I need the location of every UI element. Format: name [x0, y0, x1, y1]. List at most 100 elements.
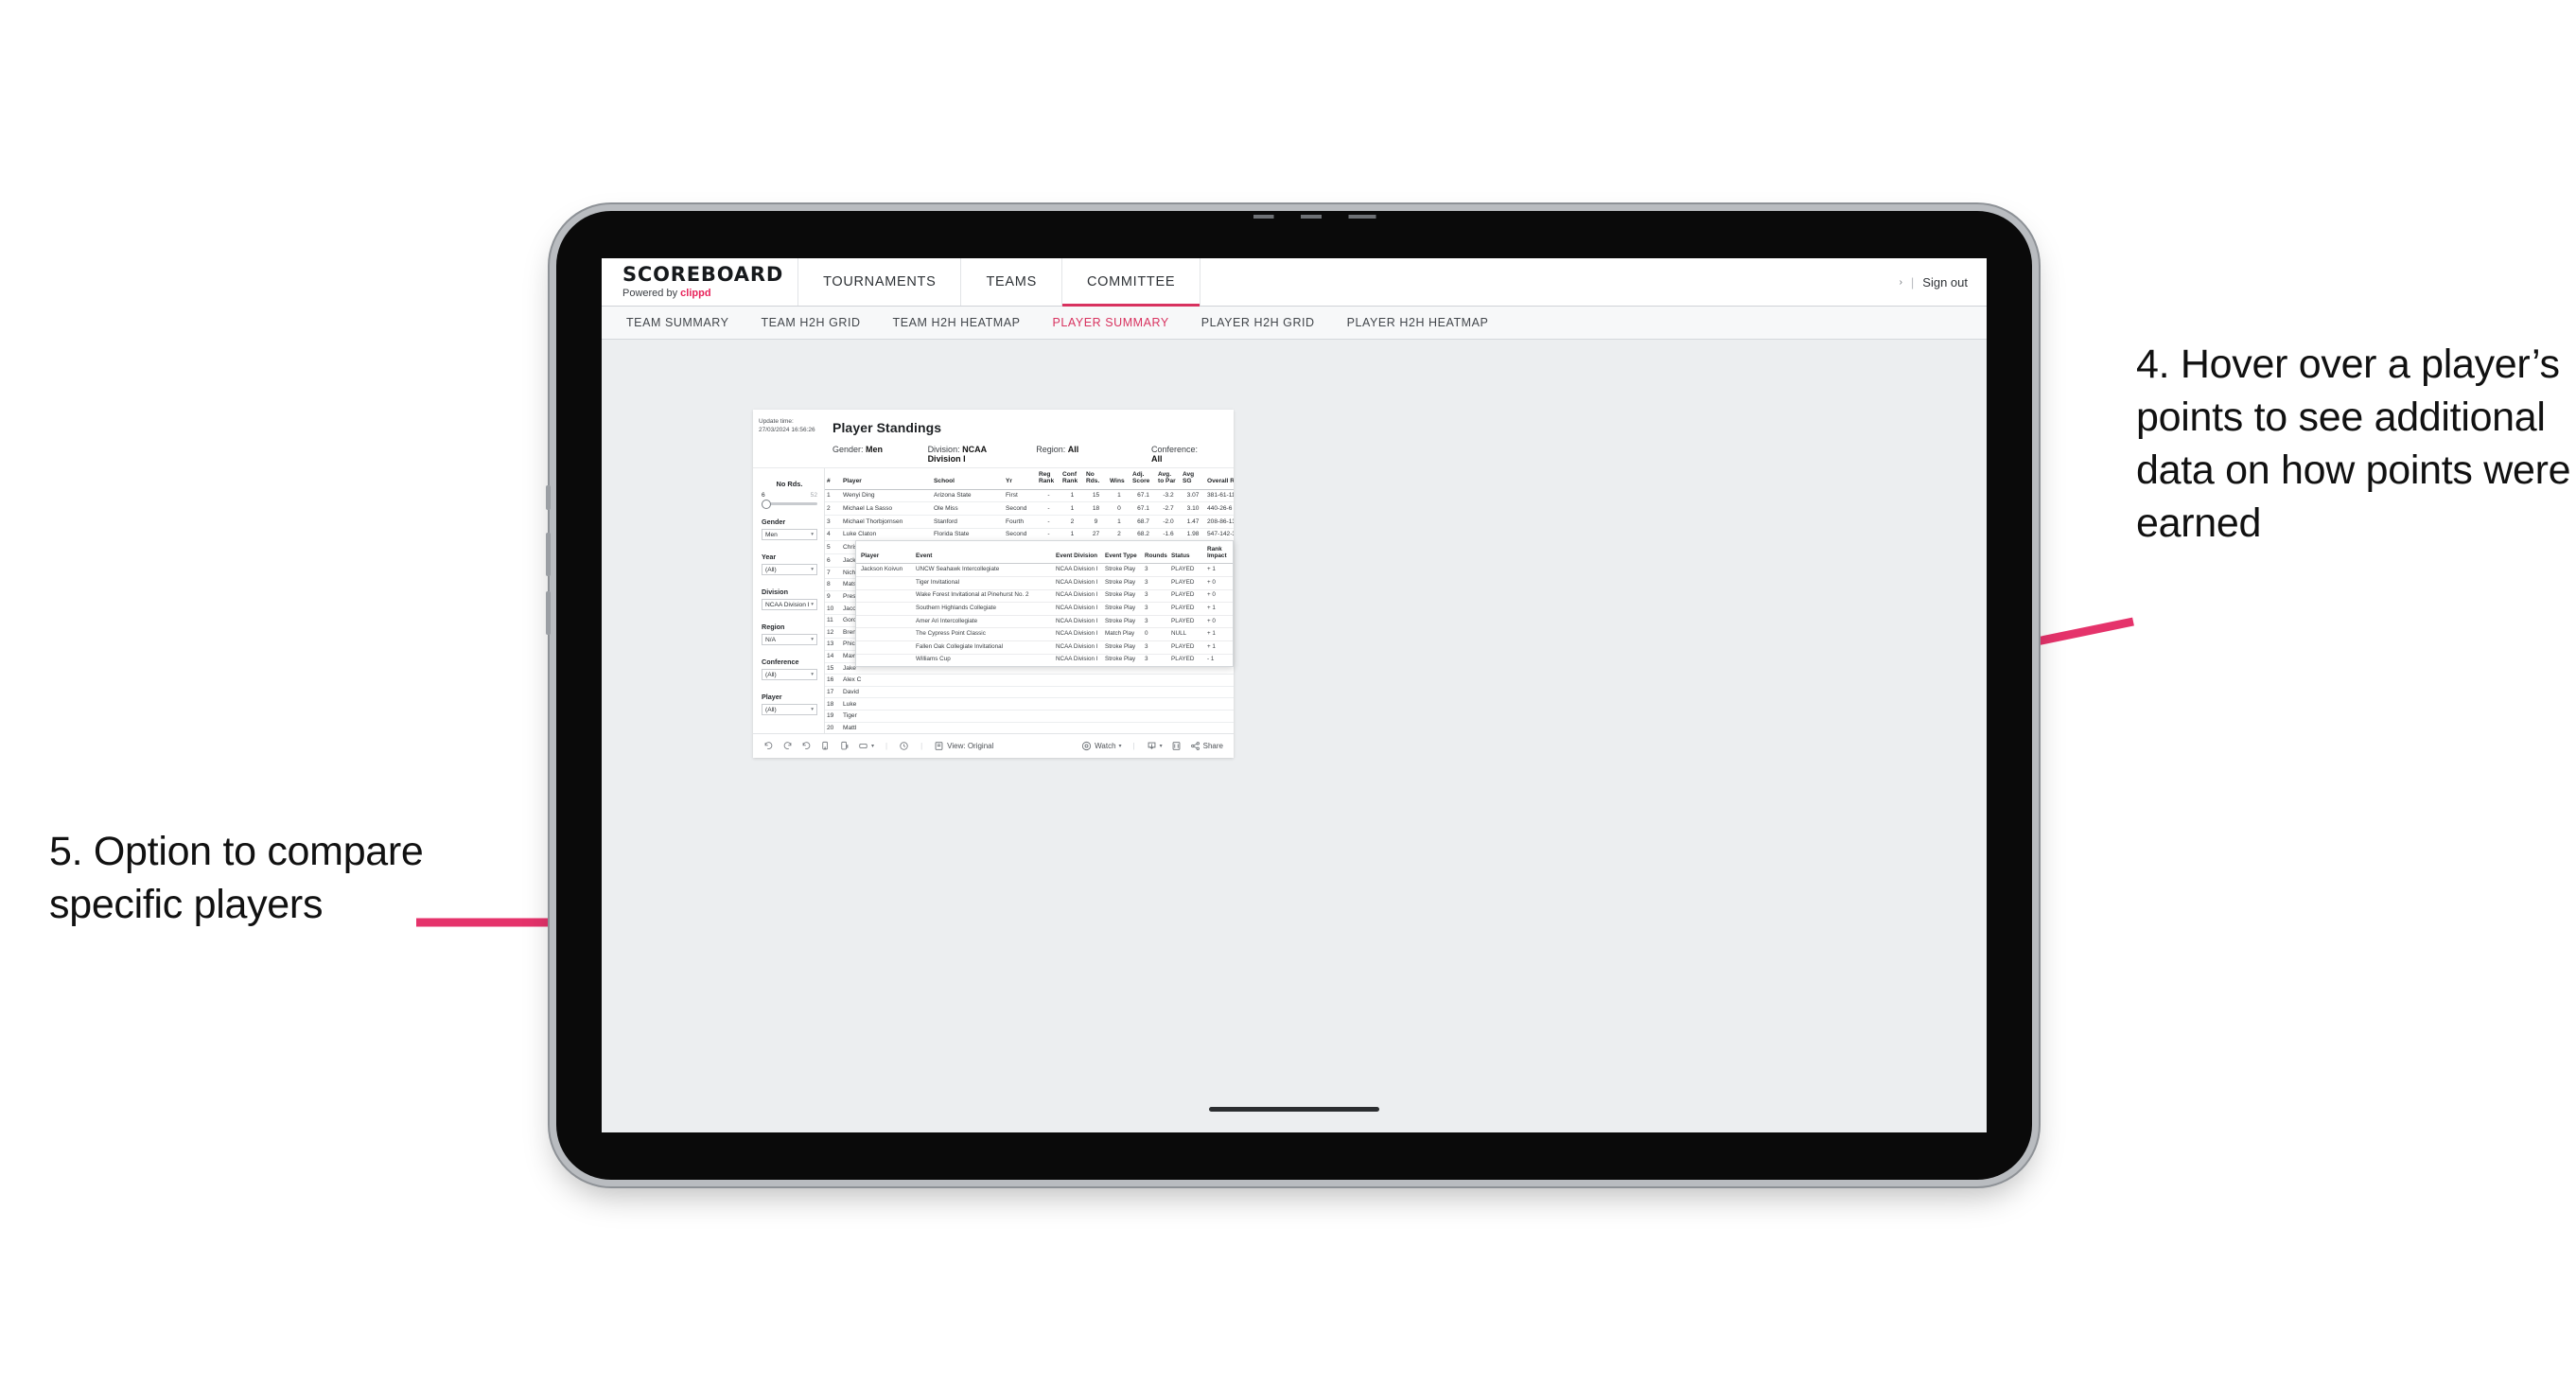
tab-player-h2h-grid[interactable]: PLAYER H2H GRID — [1201, 316, 1315, 329]
col-avg-to-par[interactable]: Avg. to Par — [1156, 468, 1181, 490]
filter-division-select[interactable]: NCAA Division I ▾ — [762, 599, 817, 610]
yr-cell — [1004, 674, 1037, 687]
fullscreen-icon[interactable] — [1171, 741, 1182, 751]
col-player[interactable]: Player — [841, 468, 932, 490]
yr-cell — [1004, 686, 1037, 699]
table-row[interactable]: 19 Tiger — [825, 710, 1234, 723]
pause-updates-icon[interactable] — [839, 741, 850, 751]
overall-record-cell: 547-142-38 — [1205, 528, 1234, 542]
col-adj-score[interactable]: Adj. Score — [1130, 468, 1156, 490]
filter-summary-division-key: Division: — [927, 445, 960, 454]
table-row[interactable]: 16 Alex C — [825, 674, 1234, 687]
brand-logo[interactable]: SCOREBOARD Powered by clippd — [602, 258, 798, 306]
nav-item-teams[interactable]: TEAMS — [960, 258, 1062, 306]
avg-sg-cell — [1181, 697, 1205, 711]
table-row[interactable]: 20 Mattl — [825, 722, 1234, 733]
avg-to-par-cell: -2.7 — [1156, 501, 1181, 516]
table-row[interactable]: 17 David — [825, 686, 1234, 699]
rank-cell: 15 — [825, 662, 841, 675]
slider-handle[interactable] — [762, 499, 771, 509]
tooltip-event-division-cell: NCAA Division I — [1051, 589, 1100, 604]
filter-gender-select[interactable]: Men ▾ — [762, 529, 817, 540]
table-row[interactable]: 3 Michael Thorbjornsen Stanford Fourth -2 9 1 6… — [825, 515, 1234, 529]
filter-player-select[interactable]: (All) ▾ — [762, 704, 817, 715]
no-rounds-slider[interactable] — [762, 499, 817, 509]
watch-button[interactable]: Watch ▾ — [1081, 741, 1122, 751]
tooltip-event-type-cell: Stroke Play — [1100, 640, 1140, 655]
col-rank[interactable]: # — [825, 468, 841, 490]
no-rds-cell — [1084, 686, 1108, 699]
nav-item-tournaments[interactable]: TOURNAMENTS — [797, 258, 962, 306]
filter-year-label: Year — [762, 553, 777, 561]
avg-sg-cell: 3.07 — [1181, 489, 1205, 503]
wins-cell — [1108, 710, 1130, 723]
device-layout-control[interactable]: ▾ — [858, 741, 874, 751]
filter-year-value: (All) — [765, 566, 777, 573]
avg-sg-cell: 3.10 — [1181, 501, 1205, 516]
filter-region-label: Region — [762, 623, 785, 631]
filter-region-select[interactable]: N/A ▾ — [762, 634, 817, 645]
no-rds-cell: 15 — [1084, 489, 1108, 503]
tablet-device-frame: SCOREBOARD Powered by clippd TOURNAMENTS… — [546, 211, 2032, 1180]
table-row[interactable]: 4 Luke Claton Florida State Second -1 27 2 68.2… — [825, 528, 1234, 542]
tooltip-event-division-cell: NCAA Division I — [1051, 654, 1100, 666]
tab-team-h2h-heatmap[interactable]: TEAM H2H HEATMAP — [893, 316, 1021, 329]
filter-conference-select[interactable]: (All) ▾ — [762, 669, 817, 680]
tooltip-rank-impact-cell: + 1 — [1202, 602, 1231, 616]
col-avg-sg[interactable]: Avg SG — [1181, 468, 1205, 490]
tooltip-rank-impact-cell: - 1 — [1202, 654, 1231, 666]
no-rds-cell: 9 — [1084, 515, 1108, 529]
tooltip-status-cell: PLAYED — [1166, 640, 1202, 655]
col-school[interactable]: School — [932, 468, 1004, 490]
sign-out-link[interactable]: Sign out — [1922, 275, 1968, 289]
avg-to-par-cell — [1156, 722, 1181, 733]
col-yr[interactable]: Yr — [1004, 468, 1037, 490]
tooltip-status-cell: PLAYED — [1166, 615, 1202, 629]
table-row[interactable]: 1 Wenyi Ding Arizona State First -1 15 1 67.1 -3… — [825, 489, 1234, 503]
table-header-row: # Player School Yr Reg Rank Conf Rank No… — [825, 468, 1234, 490]
download-button[interactable]: ▾ — [1147, 741, 1163, 751]
yr-cell — [1004, 710, 1037, 723]
col-conf-rank[interactable]: Conf Rank — [1060, 468, 1084, 490]
filter-year-select[interactable]: (All) ▾ — [762, 564, 817, 575]
tooltip-rounds-cell: 3 — [1140, 576, 1166, 590]
nav-item-committee[interactable]: COMMITTEE — [1060, 258, 1201, 307]
col-reg-rank[interactable]: Reg Rank — [1037, 468, 1060, 490]
tooltip-event-type-cell: Stroke Play — [1100, 576, 1140, 590]
adj-score-cell: 67.1 — [1130, 501, 1156, 516]
tab-player-summary[interactable]: PLAYER SUMMARY — [1053, 316, 1169, 329]
conf-rank-cell: 1 — [1060, 489, 1084, 503]
col-no-rds[interactable]: No Rds. — [1084, 468, 1108, 490]
conf-rank-cell: 2 — [1060, 515, 1084, 529]
table-row[interactable]: 2 Michael La Sasso Ole Miss Second -1 18 0 67.1… — [825, 501, 1234, 516]
revert-icon[interactable] — [801, 741, 812, 751]
tooltip-col-event-type: Event Type — [1100, 541, 1140, 565]
rank-cell: 7 — [825, 567, 841, 580]
conf-rank-cell — [1060, 674, 1084, 687]
reg-rank-cell: - — [1037, 489, 1060, 503]
tooltip-row: Williams Cup NCAA Division I Stroke Play 3 P… — [856, 654, 1233, 666]
undo-icon[interactable] — [763, 741, 774, 751]
player-cell: Michael La Sasso — [841, 501, 932, 516]
share-button[interactable]: Share — [1190, 741, 1223, 751]
no-rds-cell — [1084, 674, 1108, 687]
redo-icon[interactable] — [782, 741, 793, 751]
view-original-button[interactable]: View: Original — [934, 741, 993, 751]
rank-cell: 12 — [825, 626, 841, 640]
device-button-volume-up — [546, 533, 551, 576]
tab-team-summary[interactable]: TEAM SUMMARY — [626, 316, 728, 329]
history-icon[interactable] — [899, 741, 909, 751]
tooltip-rank-impact-cell: + 1 — [1202, 563, 1231, 577]
tooltip-col-player: Player — [856, 541, 911, 565]
tooltip-status-cell: PLAYED — [1166, 602, 1202, 616]
overall-record-cell: 381-61-11 — [1205, 489, 1234, 503]
col-overall-record[interactable]: Overall Record — [1205, 468, 1234, 490]
refresh-data-icon[interactable] — [820, 741, 831, 751]
col-wins[interactable]: Wins — [1108, 468, 1130, 490]
chevron-right-icon[interactable]: › — [1900, 277, 1902, 288]
table-row[interactable]: 18 Luke — [825, 697, 1234, 711]
player-cell: David — [841, 686, 932, 699]
reg-rank-cell: - — [1037, 515, 1060, 529]
tab-player-h2h-heatmap[interactable]: PLAYER H2H HEATMAP — [1347, 316, 1489, 329]
tab-team-h2h-grid[interactable]: TEAM H2H GRID — [761, 316, 860, 329]
